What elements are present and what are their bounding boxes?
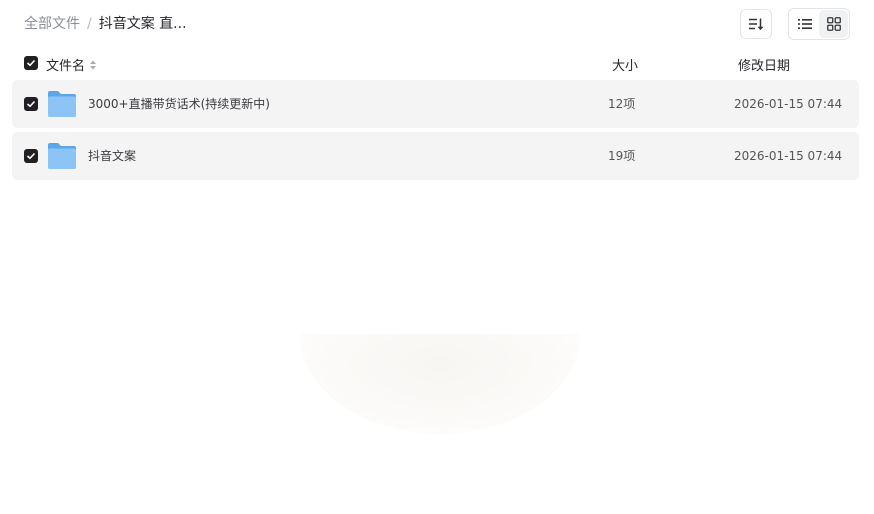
select-all-checkbox[interactable] (24, 56, 38, 70)
file-size: 19项 (608, 149, 636, 163)
file-name[interactable]: 抖音文案 (88, 148, 136, 164)
table-row[interactable]: 抖音文案 19项 2026-01-15 07:44 (12, 132, 859, 180)
grid-view-button[interactable] (819, 10, 848, 38)
breadcrumb-current: 抖音文案 直... (98, 16, 187, 32)
sort-icon (749, 18, 764, 31)
sort-toggle-icon (90, 60, 97, 69)
sort-button[interactable] (740, 9, 772, 39)
column-header-name[interactable]: 文件名 (46, 55, 97, 74)
top-bar: 全部文件 / 抖音文案 直... (0, 0, 874, 48)
column-header-name-label: 文件名 (46, 59, 86, 74)
folder-icon (48, 143, 76, 169)
file-name[interactable]: 3000+直播带货话术(持续更新中) (88, 96, 270, 112)
view-toggle (788, 8, 850, 40)
file-modified-date: 2026-01-15 07:44 (734, 97, 843, 111)
grid-view-icon (826, 17, 841, 31)
column-header-date[interactable]: 修改日期 (738, 55, 790, 74)
check-icon (26, 100, 36, 108)
table-row[interactable]: 3000+直播带货话术(持续更新中) 12项 2026-01-15 07:44 (12, 80, 859, 128)
file-modified-date: 2026-01-15 07:44 (734, 149, 843, 163)
column-header-size[interactable]: 大小 (612, 55, 638, 74)
file-size: 12项 (608, 97, 636, 111)
breadcrumb-separator: / (87, 16, 92, 32)
check-icon (26, 152, 36, 160)
table-header: 文件名 大小 修改日期 (12, 52, 859, 76)
list-view-button[interactable] (790, 10, 819, 38)
row-checkbox[interactable] (24, 149, 38, 163)
check-icon (26, 59, 36, 67)
row-checkbox[interactable] (24, 97, 38, 111)
folder-icon (48, 91, 76, 117)
list-view-icon (797, 19, 812, 29)
breadcrumb: 全部文件 / 抖音文案 直... (24, 14, 187, 34)
breadcrumb-root[interactable]: 全部文件 (24, 14, 80, 34)
background-glow (300, 334, 580, 434)
